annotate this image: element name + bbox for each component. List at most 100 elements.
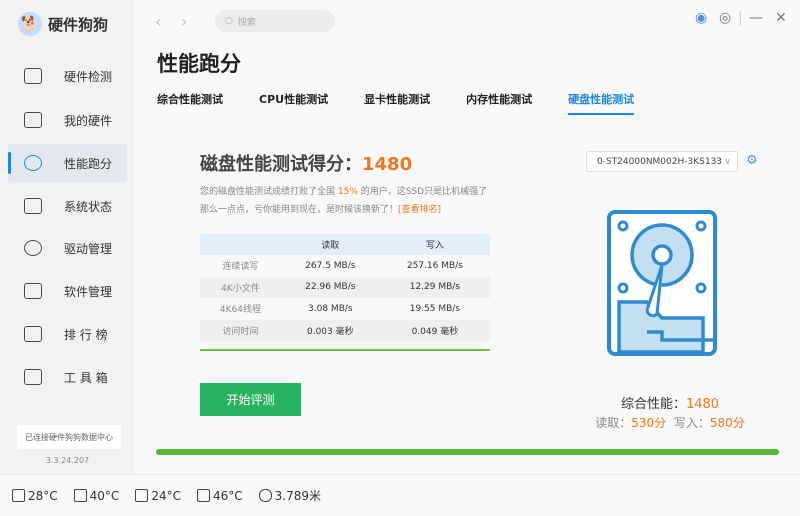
motherboard-icon [73,488,87,502]
sidebar-item-label: 系统状态 [64,199,113,214]
results-table: 读取 写入 连续读写 267.5 MB/s 257.16 MB/s 4K小文件 22.9… [200,234,490,341]
cell: 19.55 MB/s [409,303,461,314]
total-score: 综合性能：1480 [570,393,770,412]
cell: 0.049 毫秒 [379,319,490,341]
disk-select[interactable]: 0-ST24000NM002H-3KS133 ∨ [586,151,738,172]
row-label: 4K小文件 [200,276,281,298]
back-button[interactable]: ‹ [155,12,161,31]
total-label: 综合性能： [620,397,686,412]
sidebar-item-drivers[interactable]: 驱动管理 [8,229,127,267]
page-title: 性能跑分 [157,52,241,76]
tab-overall[interactable]: 综合性能测试 [157,91,223,115]
hard-disk-icon [607,210,717,356]
score-description: 您的磁盘性能测试成绩打败了全国 15% 的用户，这SSD只是比机械强了那么一点点… [200,183,490,219]
read-label: 读取： [595,416,632,430]
table-row: 连续读写 267.5 MB/s 257.16 MB/s [200,255,490,277]
sidebar-item-ranking[interactable]: 排 行 榜 [8,315,127,353]
row-label: 访问时间 [200,319,281,341]
dog-icon: 🐕 [18,12,42,36]
read-value: 530分 [631,416,667,430]
disk-temp: 46°C [196,488,243,503]
search-icon: ○ [225,16,233,26]
monitor-icon [24,68,42,84]
score-value: 1480 [362,154,413,175]
tab-disk[interactable]: 硬盘性能测试 [568,91,635,115]
disk-icon [196,488,210,502]
sidebar-item-label: 性能跑分 [64,156,113,171]
write-label: 写入： [673,416,710,430]
table-row: 4K小文件 22.96 MB/s 12.29 MB/s [200,276,490,298]
cpu-icon [12,488,25,502]
tab-memory[interactable]: 内存性能测试 [466,91,532,115]
sidebar: 🐕 硬件狗狗 硬件检测 我的硬件 性能跑分 系统状态 驱动管理 软件管理 排 行 … [0,0,135,474]
sidebar-item-label: 排 行 榜 [64,327,108,342]
percent-value: 15% [337,187,358,197]
mouse-icon [258,489,272,502]
row-label: 4K64线程 [219,305,261,316]
gpu-temp-value: 24°C [151,488,181,503]
table-row: 访问时间 0.003 毫秒 0.049 毫秒 [200,319,490,341]
tab-gpu[interactable]: 显卡性能测试 [364,91,430,115]
tab-bar: 综合性能测试 CPU性能测试 显卡性能测试 内存性能测试 硬盘性能测试 [157,91,670,115]
read-write-score: 读取：530分 写入：580分 [570,414,770,431]
cell: 267.5 MB/s [305,260,356,271]
score-heading: 磁盘性能测试得分：1480 [200,150,412,176]
score-label: 磁盘性能测试得分： [200,154,362,175]
gear-icon[interactable]: ⚙ [746,153,758,168]
cell: 3.08 MB/s [308,303,353,314]
sidebar-item-label: 软件管理 [64,284,113,299]
sidebar-item-toolbox[interactable]: 工 具 箱 [8,358,127,396]
disk-select-value: 0-ST24000NM002H-3KS133 [597,156,723,167]
col-header: 写入 [379,234,490,255]
app-title: 硬件狗狗 [48,15,109,34]
write-value: 580分 [709,416,745,430]
sidebar-item-benchmark[interactable]: 性能跑分 [8,144,127,182]
forward-button[interactable]: › [181,12,187,31]
col-header [200,234,281,255]
row-label: 连续读写 [222,262,259,273]
sidebar-item-label: 工 具 箱 [64,370,108,385]
tab-cpu[interactable]: CPU性能测试 [259,91,328,115]
table-row: 4K64线程 3.08 MB/s 19.55 MB/s [200,298,490,320]
toolbox-icon [24,369,42,385]
version-label: 3.3.24.207 [45,456,90,465]
status-bar: 28°C 40°C 24°C 46°C 3.789米 [0,474,800,516]
start-test-button[interactable]: 开始评测 [200,383,301,416]
progress-fill [156,449,779,455]
close-button[interactable]: ✕ [775,10,787,26]
total-value: 1480 [685,397,720,412]
sidebar-item-software[interactable]: 软件管理 [8,272,127,310]
sidebar-item-system-status[interactable]: 系统状态 [8,187,127,225]
search-placeholder: 搜索 [237,17,256,28]
pulse-icon [24,198,42,214]
sidebar-item-label: 我的硬件 [64,113,113,128]
user-icon[interactable]: ◉ [695,10,707,26]
settings-icon[interactable]: ◎ [719,10,731,26]
sidebar-item-hardware-detect[interactable]: 硬件检测 [8,57,127,95]
bar-chart-icon [24,326,42,342]
board-temp-value: 40°C [89,488,120,503]
app-logo: 🐕 硬件狗狗 [18,12,108,36]
divider: | [738,10,743,26]
cpu-temp-value: 28°C [28,488,58,503]
minimize-button[interactable]: — [749,10,763,26]
hardware-icon [24,112,42,128]
gauge-icon [24,155,42,171]
cell: 22.96 MB/s [280,276,380,298]
cell: 0.003 毫秒 [280,319,380,341]
board-temp: 40°C [73,488,120,503]
gpu-temp: 24°C [135,488,181,503]
desc-text: 您的磁盘性能测试成绩打败了全国 [200,187,338,197]
cell: 12.29 MB/s [379,276,490,298]
col-header: 读取 [280,234,380,255]
mouse-distance: 3.789米 [258,487,321,504]
search-input[interactable]: ○ 搜索 [215,10,335,32]
connection-status[interactable]: 已连接硬件狗狗数据中心 [17,425,121,449]
top-bar: ‹ › ○ 搜索 ◉ ◎ | — ✕ [135,0,800,40]
disk-temp-value: 46°C [212,488,243,503]
gear-icon [24,240,42,256]
view-rank-link[interactable]: [查看排名] [398,205,441,215]
divider [200,349,490,351]
sidebar-item-my-hardware[interactable]: 我的硬件 [8,101,127,139]
sidebar-item-label: 硬件检测 [64,69,113,84]
